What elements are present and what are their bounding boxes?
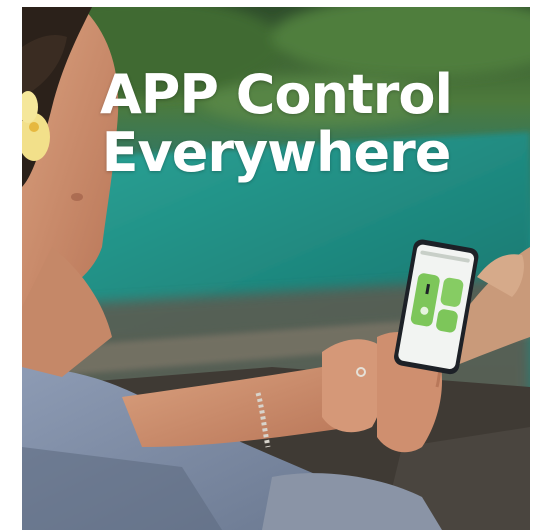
headline-line-2: Everywhere bbox=[101, 121, 452, 184]
hero-photo: APP Control Everywhere bbox=[22, 7, 530, 530]
headline-line-1: APP Control bbox=[100, 63, 453, 126]
